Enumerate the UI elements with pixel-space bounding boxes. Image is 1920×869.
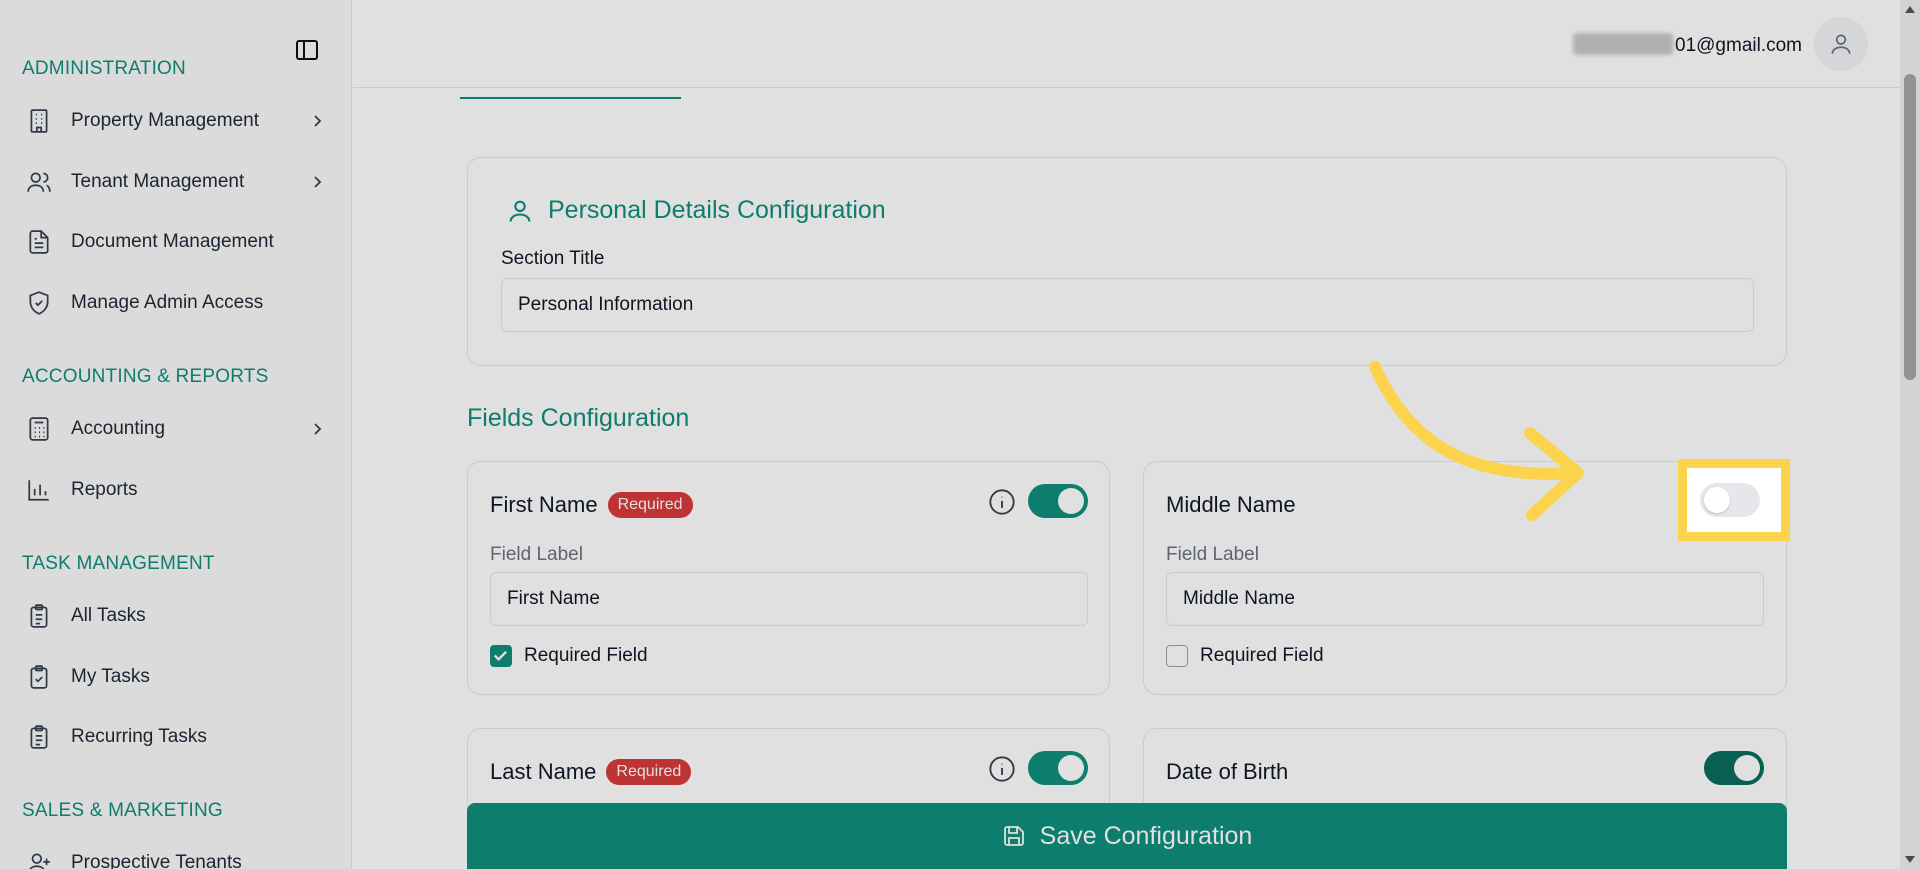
field-name: Middle Name: [1166, 492, 1296, 517]
top-header: 01@gmail.com: [353, 0, 1920, 88]
shield-check-icon: [29, 291, 49, 315]
scroll-up-arrow[interactable]: [1905, 6, 1915, 13]
sidebar-item-label: All Tasks: [71, 605, 146, 626]
sidebar-item-label: Manage Admin Access: [71, 292, 264, 313]
required-field-label: Required Field: [1200, 645, 1324, 666]
clipboard-list-icon: [30, 604, 48, 628]
required-badge: Required: [606, 759, 692, 785]
field-title: Middle Name: [1166, 492, 1296, 518]
field-label-input[interactable]: First Name: [490, 572, 1088, 626]
save-button-label: Save Configuration: [1039, 821, 1253, 850]
sidebar-item-label: Reports: [71, 479, 138, 500]
section-title-label: Section Title: [501, 248, 605, 269]
avatar[interactable]: [1814, 17, 1868, 71]
sidebar-item-label: Property Management: [71, 110, 259, 131]
sidebar-item-prospective-tenants[interactable]: Prospective Tenants: [0, 838, 352, 869]
sidebar-item-label: My Tasks: [71, 666, 150, 687]
sidebar-item-my-tasks[interactable]: My Tasks: [0, 652, 352, 702]
chevron-right-icon: [314, 176, 322, 188]
section-title-input[interactable]: Personal Information: [501, 278, 1754, 332]
field-card-first-name: First Name Required Field Label First Na…: [467, 461, 1110, 695]
active-tab-indicator: [460, 97, 681, 99]
sidebar-item-label: Prospective Tenants: [71, 852, 242, 869]
field-title: First Name Required: [490, 492, 693, 518]
user-icon: [509, 200, 531, 222]
personal-details-card: Personal Details Configuration Section T…: [467, 157, 1787, 366]
tutorial-highlight-box: [1678, 459, 1790, 541]
chevron-right-icon: [314, 423, 322, 435]
bar-chart-icon: [28, 480, 49, 501]
page-scrollbar[interactable]: [1900, 0, 1920, 869]
field-title: Date of Birth: [1166, 759, 1288, 785]
save-icon: [1003, 826, 1024, 846]
sidebar-item-label: Accounting: [71, 418, 166, 439]
field-enabled-toggle[interactable]: [1028, 751, 1088, 785]
field-enabled-toggle[interactable]: [1028, 484, 1088, 518]
user-email-text: 01@gmail.com: [1675, 35, 1802, 56]
sidebar-item-reports[interactable]: Reports: [0, 465, 352, 515]
field-label-input[interactable]: Middle Name: [1166, 572, 1764, 626]
required-field-label: Required Field: [524, 645, 648, 666]
section-administration: ADMINISTRATION: [22, 58, 186, 79]
personal-details-title-text: Personal Details Configuration: [548, 196, 886, 224]
info-icon[interactable]: [988, 488, 1016, 516]
building-icon: [30, 109, 48, 133]
required-badge: Required: [607, 492, 693, 518]
sidebar-item-all-tasks[interactable]: All Tasks: [0, 591, 352, 641]
calculator-icon: [29, 417, 49, 441]
required-field-checkbox[interactable]: [1166, 645, 1188, 667]
sidebar-item-accounting[interactable]: Accounting: [0, 404, 352, 454]
section-task-management: TASK MANAGEMENT: [22, 553, 215, 574]
scroll-down-arrow[interactable]: [1905, 856, 1915, 863]
clipboard-check-icon: [30, 665, 48, 689]
sidebar-item-label: Document Management: [71, 231, 274, 252]
field-name: First Name: [490, 492, 598, 517]
document-icon: [29, 230, 49, 254]
users-icon: [27, 172, 51, 192]
field-name: Last Name: [490, 759, 597, 784]
sidebar-toggle-icon[interactable]: [296, 40, 318, 60]
middle-name-enabled-toggle[interactable]: [1700, 483, 1760, 517]
field-label-caption: Field Label: [490, 544, 583, 565]
section-sales-marketing: SALES & MARKETING: [22, 800, 223, 821]
toggle-knob: [1058, 755, 1084, 781]
sidebar: ADMINISTRATION Property Management Tenan…: [0, 0, 352, 869]
clipboard-list-icon: [30, 725, 48, 749]
sidebar-item-label: Tenant Management: [71, 171, 245, 192]
user-plus-icon: [29, 853, 50, 869]
fields-configuration-heading: Fields Configuration: [467, 404, 690, 432]
toggle-knob: [1704, 487, 1730, 513]
sidebar-item-tenant-management[interactable]: Tenant Management: [0, 157, 352, 207]
required-field-checkbox[interactable]: [490, 645, 512, 667]
sidebar-item-property-management[interactable]: Property Management: [0, 96, 352, 146]
user-email: 01@gmail.com: [1573, 33, 1802, 57]
toggle-knob: [1058, 488, 1084, 514]
section-accounting-reports: ACCOUNTING & REPORTS: [22, 366, 269, 387]
chevron-right-icon: [314, 115, 322, 127]
sidebar-item-label: Recurring Tasks: [71, 726, 207, 747]
field-title: Last Name Required: [490, 759, 692, 785]
sidebar-item-recurring-tasks[interactable]: Recurring Tasks: [0, 712, 352, 762]
sidebar-item-manage-admin-access[interactable]: Manage Admin Access: [0, 278, 352, 328]
personal-details-title: Personal Details Configuration: [506, 196, 886, 225]
field-label-caption: Field Label: [1166, 544, 1259, 565]
user-icon: [1831, 34, 1851, 54]
sidebar-item-document-management[interactable]: Document Management: [0, 217, 352, 267]
save-configuration-button[interactable]: Save Configuration: [467, 803, 1787, 869]
scroll-thumb[interactable]: [1904, 74, 1916, 380]
toggle-knob: [1734, 755, 1760, 781]
field-name: Date of Birth: [1166, 759, 1289, 784]
redacted-email-part: [1573, 33, 1673, 55]
field-enabled-toggle[interactable]: [1704, 751, 1764, 785]
check-icon: [493, 650, 508, 661]
info-icon[interactable]: [988, 755, 1016, 783]
